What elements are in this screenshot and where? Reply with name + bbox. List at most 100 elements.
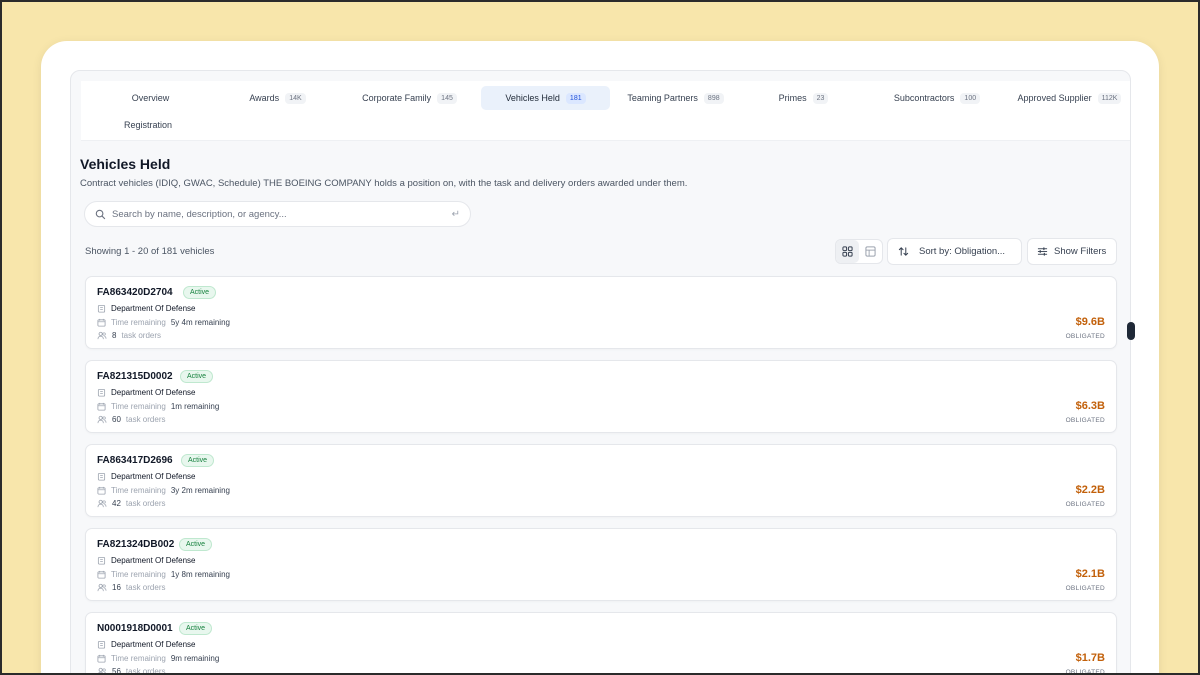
tab-count: 23 [812, 92, 829, 104]
table-view-button[interactable] [859, 240, 882, 263]
agency-row: Department Of Defense [97, 472, 195, 481]
tab-vehicles-held[interactable]: Vehicles Held 181 [481, 86, 610, 110]
grid-view-button[interactable] [836, 240, 859, 263]
vehicle-id: FA863420D2704 [97, 287, 173, 298]
vehicle-id: FA863417D2696 [97, 455, 173, 466]
show-filters-button[interactable]: Show Filters [1027, 238, 1117, 265]
tab-awards[interactable]: Awards 14K [215, 86, 340, 110]
task-orders-label: task orders [125, 499, 166, 508]
time-remaining-label: Time remaining [111, 486, 166, 495]
sort-button[interactable]: Sort by: Obligation... [887, 238, 1022, 265]
calendar-icon [97, 318, 106, 327]
task-orders-count: 42 [112, 499, 121, 508]
sort-icon [898, 246, 909, 257]
tab-bar: Overview Awards 14K Corporate Family 145… [81, 81, 1130, 141]
obligated-amount: $1.7B [1075, 652, 1105, 664]
agency-name: Department Of Defense [111, 640, 196, 649]
users-icon [97, 415, 107, 424]
calendar-icon [97, 654, 106, 663]
obligated-label: OBLIGATED [1065, 585, 1105, 592]
obligated-amount: $2.2B [1075, 484, 1105, 496]
vehicle-card[interactable]: FA863417D2696 Active Department Of Defen… [85, 444, 1117, 517]
vehicle-card[interactable]: FA821324DB002 Active Department Of Defen… [85, 528, 1117, 601]
time-remaining-row: Time remaining 1y 8m remaining [97, 570, 230, 579]
vehicle-id: FA821315D0002 [97, 371, 173, 382]
show-filters-label: Show Filters [1054, 246, 1107, 257]
time-remaining-value: 1m remaining [170, 402, 220, 411]
tab-registration[interactable]: Registration [88, 113, 208, 137]
tab-approved-supplier[interactable]: Approved Supplier 112K [1011, 86, 1128, 110]
obligated-label: OBLIGATED [1065, 501, 1105, 508]
search-input[interactable] [112, 208, 446, 220]
tab-primes[interactable]: Primes 23 [741, 86, 866, 110]
task-orders-count: 16 [112, 583, 121, 592]
task-orders-label: task orders [125, 667, 166, 675]
enter-key-icon: ↵ [451, 208, 460, 220]
tab-label: Subcontractors [893, 93, 955, 103]
agency-row: Department Of Defense [97, 304, 195, 313]
scroll-handle[interactable] [1127, 322, 1135, 340]
obligated-label: OBLIGATED [1065, 417, 1105, 424]
calendar-icon [97, 486, 106, 495]
status-badge: Active [180, 370, 214, 383]
tab-count: 898 [703, 92, 724, 104]
obligated-label: OBLIGATED [1065, 669, 1105, 675]
time-remaining-row: Time remaining 9m remaining [97, 654, 219, 663]
task-orders-row: 16 task orders [97, 583, 165, 592]
building-icon [97, 640, 106, 649]
vehicle-card[interactable]: N0001918D0001 Active Department Of Defen… [85, 612, 1117, 675]
tab-overview[interactable]: Overview [88, 86, 213, 110]
task-orders-label: task orders [125, 415, 166, 424]
vehicle-card[interactable]: FA821315D0002 Active Department Of Defen… [85, 360, 1117, 433]
users-icon [97, 667, 107, 675]
building-icon [97, 556, 106, 565]
time-remaining-label: Time remaining [111, 654, 166, 663]
tab-label: Registration [123, 120, 173, 130]
tab-count: 14K [285, 92, 306, 104]
agency-row: Department Of Defense [97, 556, 195, 565]
obligated-label: OBLIGATED [1065, 333, 1105, 340]
status-badge: Active [181, 454, 215, 467]
vehicle-id: FA821324DB002 [97, 539, 175, 550]
users-icon [97, 583, 107, 592]
tab-count: 181 [565, 92, 586, 104]
time-remaining-value: 5y 4m remaining [170, 318, 230, 327]
agency-name: Department Of Defense [111, 388, 196, 397]
time-remaining-row: Time remaining 1m remaining [97, 402, 219, 411]
time-remaining-label: Time remaining [111, 318, 166, 327]
task-orders-label: task orders [121, 331, 162, 340]
task-orders-row: 42 task orders [97, 499, 165, 508]
users-icon [97, 331, 107, 340]
tab-label: Vehicles Held [505, 93, 560, 103]
status-badge: Active [183, 286, 217, 299]
obligated-amount: $9.6B [1075, 316, 1105, 328]
page-description: Contract vehicles (IDIQ, GWAC, Schedule)… [80, 178, 688, 189]
status-badge: Active [179, 538, 213, 551]
task-orders-count: 56 [112, 667, 121, 675]
view-toggle [835, 239, 883, 264]
obligated-amount: $2.1B [1075, 568, 1105, 580]
vehicle-id: N0001918D0001 [97, 623, 173, 634]
results-count: Showing 1 - 20 of 181 vehicles [85, 246, 215, 257]
agency-row: Department Of Defense [97, 388, 195, 397]
time-remaining-value: 1y 8m remaining [170, 570, 230, 579]
tab-subcontractors[interactable]: Subcontractors 100 [867, 86, 1007, 110]
task-orders-count: 8 [112, 331, 117, 340]
task-orders-row: 56 task orders [97, 667, 165, 675]
status-badge: Active [179, 622, 213, 635]
sliders-icon [1037, 246, 1048, 257]
vehicle-card[interactable]: FA863420D2704 Active Department Of Defen… [85, 276, 1117, 349]
app-window: Overview Awards 14K Corporate Family 145… [70, 70, 1131, 675]
tab-count: 145 [437, 92, 457, 104]
tab-corporate-family[interactable]: Corporate Family 145 [342, 86, 477, 110]
tab-label: Primes [778, 93, 807, 103]
task-orders-row: 8 task orders [97, 331, 161, 340]
tab-count: 100 [960, 92, 981, 104]
building-icon [97, 304, 106, 313]
search-bar[interactable]: ↵ [84, 201, 471, 227]
tab-teaming-partners[interactable]: Teaming Partners 898 [613, 86, 738, 110]
calendar-icon [97, 570, 106, 579]
search-icon [95, 209, 106, 220]
page-title: Vehicles Held [80, 156, 171, 172]
task-orders-label: task orders [125, 583, 166, 592]
